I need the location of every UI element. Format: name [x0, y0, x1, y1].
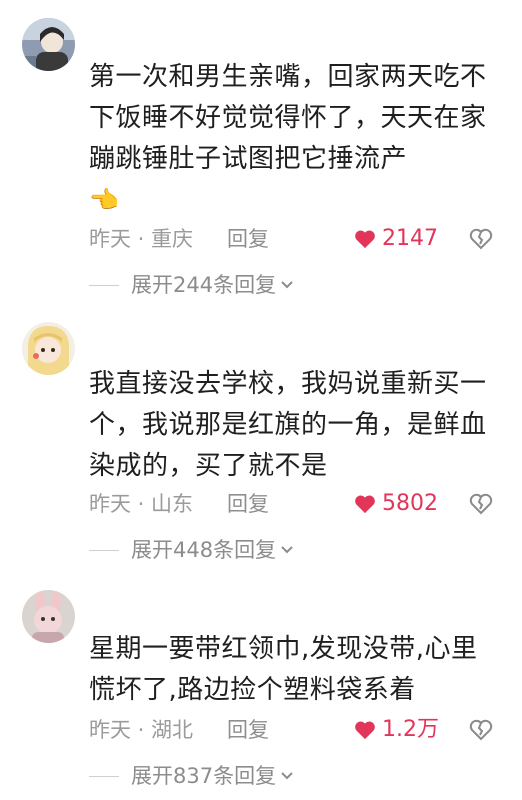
expand-replies-button[interactable]: 展开448条回复 [89, 535, 294, 565]
reply-button[interactable]: 回复 [227, 224, 269, 254]
comment-meta: 昨天 · 重庆 回复 2147 [89, 224, 509, 254]
broken-heart-icon[interactable] [469, 227, 493, 251]
divider-line [89, 284, 119, 286]
like-count: 5802 [382, 491, 438, 516]
expand-replies-button[interactable]: 展开837条回复 [89, 761, 294, 791]
like-count: 2147 [382, 226, 438, 251]
divider-line [89, 775, 119, 777]
expand-label: 展开244条回复 [131, 273, 277, 297]
divider-line [89, 549, 119, 551]
broken-heart-icon[interactable] [469, 718, 493, 742]
comment-text: 我直接没去学校，我妈说重新买一个，我说那是红旗的一角，是鲜血染成的，买了就不是 [89, 364, 499, 487]
expand-label: 展开448条回复 [131, 538, 277, 562]
expand-label: 展开837条回复 [131, 764, 277, 788]
comment-meta: 昨天 · 山东 回复 5802 [89, 489, 509, 519]
like-button[interactable]: 5802 [354, 489, 438, 519]
time-location: 昨天 · 湖北 [89, 718, 194, 742]
chevron-down-icon [281, 546, 293, 554]
heart-icon [355, 230, 375, 249]
like-count: 1.2万 [382, 717, 439, 742]
comment-item: 我直接没去学校，我妈说重新买一个，我说那是红旗的一角，是鲜血染成的，买了就不是 … [0, 300, 522, 570]
comment-text: 第一次和男生亲嘴，回家两天吃不下饭睡不好觉觉得怀了，天天在家蹦跳锤肚子试图把它捶… [89, 57, 499, 221]
chevron-down-icon [281, 281, 293, 289]
comment-text: 星期一要带红领巾,发现没带,心里慌坏了,路边捡个塑料袋系着 [89, 629, 499, 711]
expand-replies-button[interactable]: 展开244条回复 [89, 270, 294, 300]
comment-text-body: 星期一要带红领巾,发现没带,心里慌坏了,路边捡个塑料袋系着 [89, 634, 478, 705]
comment-meta: 昨天 · 湖北 回复 1.2万 [89, 715, 509, 745]
pointing-hand-emoji: 👈 [89, 186, 120, 214]
chevron-down-icon [281, 772, 293, 780]
comment-text-body: 我直接没去学校，我妈说重新买一个，我说那是红旗的一角，是鲜血染成的，买了就不是 [89, 369, 487, 481]
heart-icon [355, 495, 375, 514]
heart-icon [355, 721, 375, 740]
reply-button[interactable]: 回复 [227, 489, 269, 519]
comment-item: 第一次和男生亲嘴，回家两天吃不下饭睡不好觉觉得怀了，天天在家蹦跳锤肚子试图把它捶… [0, 0, 522, 300]
reply-button[interactable]: 回复 [227, 715, 269, 745]
comment-text-body: 第一次和男生亲嘴，回家两天吃不下饭睡不好觉觉得怀了，天天在家蹦跳锤肚子试图把它捶… [89, 62, 487, 174]
like-button[interactable]: 2147 [354, 224, 438, 254]
time-location: 昨天 · 山东 [89, 492, 194, 516]
avatar[interactable] [22, 590, 75, 643]
avatar[interactable] [22, 322, 75, 375]
comment-item: 星期一要带红领巾,发现没带,心里慌坏了,路边捡个塑料袋系着 昨天 · 湖北 回复… [0, 570, 522, 800]
time-location: 昨天 · 重庆 [89, 227, 194, 251]
broken-heart-icon[interactable] [469, 492, 493, 516]
avatar[interactable] [22, 18, 75, 71]
like-button[interactable]: 1.2万 [354, 715, 439, 745]
